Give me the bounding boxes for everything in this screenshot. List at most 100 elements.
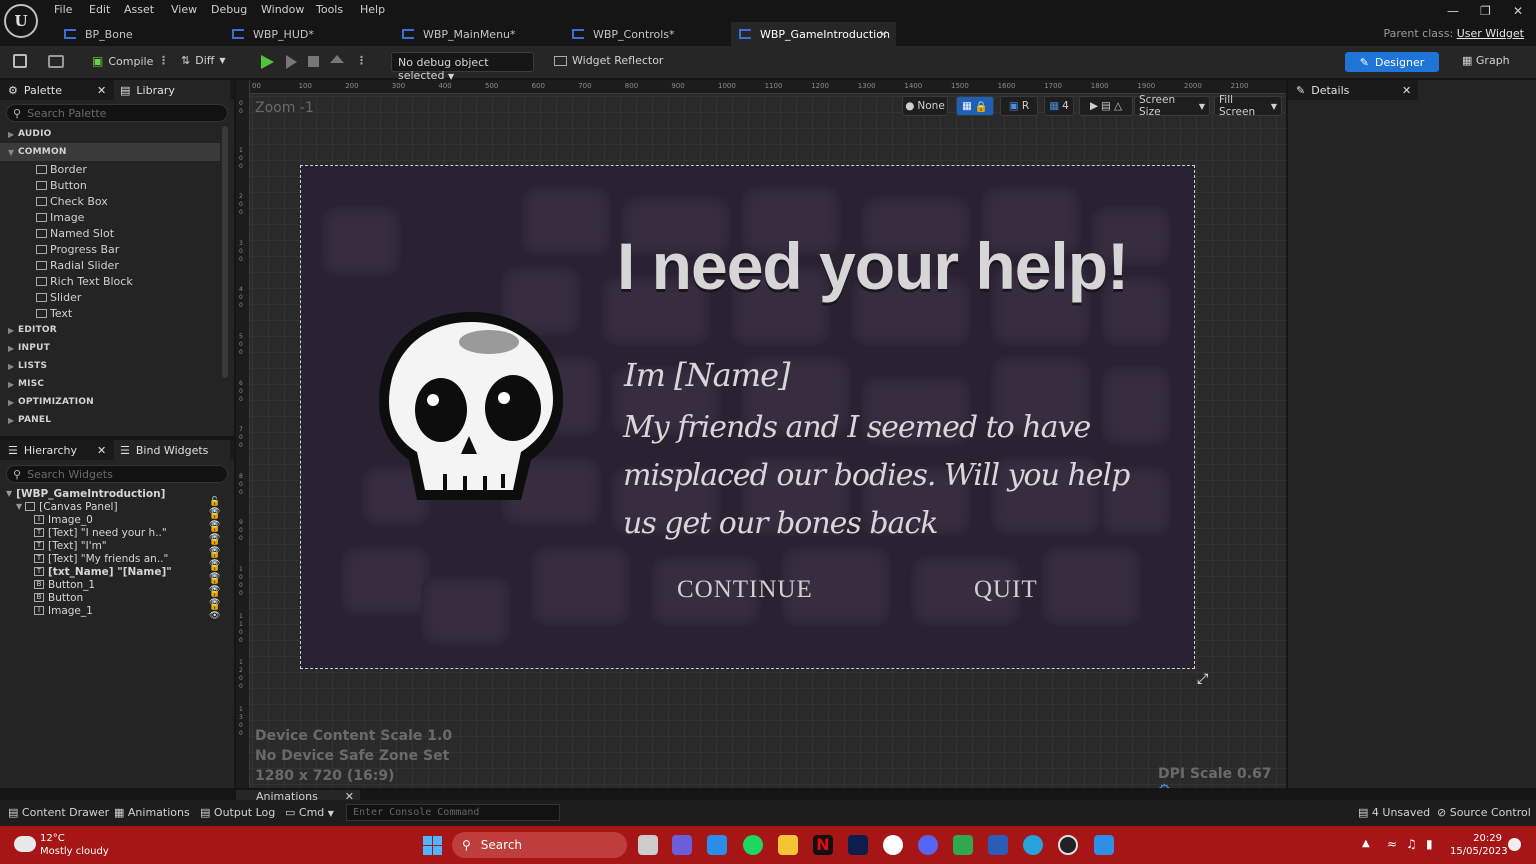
category-audio[interactable]: ▶ AUDIO (0, 125, 220, 143)
sheets-icon[interactable] (953, 835, 973, 855)
fill-screen-select[interactable]: Fill Screen ▼ (1214, 94, 1282, 118)
tray-chevron-icon[interactable]: ▲ (1362, 838, 1370, 849)
localization-button[interactable]: ● None (902, 96, 948, 116)
close-hierarchy-icon[interactable]: ✕ (97, 444, 106, 457)
eject-icon[interactable] (330, 55, 344, 63)
palette-item[interactable]: Border (0, 161, 220, 177)
palette-item[interactable]: Check Box (0, 193, 220, 209)
grid-toggle[interactable]: ▦ 4 (1044, 96, 1074, 116)
weather-widget[interactable]: 12°C Mostly cloudy (40, 832, 109, 858)
palette-item[interactable]: Progress Bar (0, 241, 220, 257)
close-details-icon[interactable]: ✕ (1402, 84, 1411, 97)
minimize-icon[interactable]: — (1447, 4, 1459, 18)
widget-reflector-button[interactable]: Widget Reflector (554, 54, 663, 67)
compile-button[interactable]: ▣ Compile (92, 54, 153, 68)
paint-icon[interactable] (1094, 835, 1114, 855)
category-input[interactable]: ▶ INPUT (0, 339, 220, 357)
stop-icon[interactable] (308, 56, 319, 67)
palette-item[interactable]: Rich Text Block (0, 273, 220, 289)
hierarchy-tab[interactable]: Hierarchy (24, 444, 77, 457)
battery-icon[interactable]: ▮ (1426, 837, 1433, 851)
lock-toggle[interactable]: ▦ 🔒 (956, 96, 994, 116)
menu-view[interactable]: View (171, 3, 197, 16)
volume-icon[interactable]: ♫ (1406, 837, 1417, 851)
chrome-icon[interactable] (883, 835, 903, 855)
resize-handle-icon[interactable]: ⤢ (1197, 671, 1208, 687)
menu-asset[interactable]: Asset (124, 3, 154, 16)
palette-item[interactable]: Named Slot (0, 225, 220, 241)
hierarchy-item[interactable]: T [Text] "My friends an.." 🔓👁 (6, 549, 230, 569)
hierarchy-item[interactable]: B Button 🔓👁 (6, 588, 230, 608)
palette-search[interactable]: ⚲ Search Palette (6, 104, 228, 122)
content-drawer-button[interactable]: ▤ Content Drawer (8, 806, 109, 819)
menu-file[interactable]: File (54, 3, 72, 16)
close-window-icon[interactable]: ✕ (1513, 4, 1523, 18)
output-log-button[interactable]: ▤ Output Log (200, 806, 275, 819)
menu-edit[interactable]: Edit (89, 3, 110, 16)
widget-title-text[interactable]: I need your help! (617, 228, 1129, 304)
gear-icon[interactable]: ⚙ (1158, 782, 1171, 788)
word-icon[interactable] (988, 835, 1008, 855)
story-text[interactable]: My friends and I seemed to have misplace… (623, 404, 1143, 548)
menu-help[interactable]: Help (360, 3, 385, 16)
tab-3[interactable]: WBP_Controls* (564, 22, 729, 46)
close-tab-icon[interactable]: ✕ (879, 28, 888, 41)
disney-plus-icon[interactable] (848, 835, 868, 855)
play-options-icon[interactable]: ⋮ (356, 54, 367, 67)
hierarchy-item[interactable]: T [txt_Name] "[Name]" 🔓👁 (6, 562, 230, 582)
category-panel[interactable]: ▶ PANEL (0, 411, 220, 429)
hierarchy-item[interactable]: B Button_1 🔓👁 (6, 575, 230, 595)
name-greeting-text[interactable]: Im [Name] (624, 356, 790, 394)
screen-size-select[interactable]: Screen Size ▼ (1134, 94, 1210, 118)
unreal-logo-icon[interactable]: U (4, 4, 38, 38)
task-view-icon[interactable] (638, 835, 658, 855)
designer-viewport[interactable]: 00 100 200 300 400 500 600 700 800 900 1000 1100 120… (236, 80, 1286, 788)
graph-button[interactable]: ▦ Graph (1462, 54, 1510, 67)
discord-icon[interactable] (918, 835, 938, 855)
taskbar-search[interactable]: ⚲ Search (452, 832, 627, 858)
tab-1[interactable]: WBP_HUD* (224, 22, 389, 46)
clock[interactable]: 20:29 15/05/2023 (1450, 832, 1508, 858)
skull-image[interactable] (371, 304, 571, 514)
category-editor[interactable]: ▶ EDITOR (0, 321, 220, 339)
palette-item[interactable]: Text (0, 305, 220, 321)
details-tab[interactable]: Details (1311, 84, 1349, 97)
quit-button[interactable]: QUIT (974, 576, 1038, 604)
browse-icon[interactable] (48, 55, 64, 68)
animations-button[interactable]: ▦ Animations (114, 806, 190, 819)
category-misc[interactable]: ▶ MISC (0, 375, 220, 393)
palette-item[interactable]: Button (0, 177, 220, 193)
save-icon[interactable] (13, 54, 27, 68)
netflix-icon[interactable]: N (813, 835, 833, 855)
visibility-icon[interactable]: 🔓👁 (209, 601, 230, 621)
menu-debug[interactable]: Debug (211, 3, 247, 16)
palette-tab[interactable]: Palette (24, 84, 62, 97)
palette-item[interactable]: Slider (0, 289, 220, 305)
step-icon[interactable] (286, 55, 297, 69)
wifi-icon[interactable]: ≈ (1387, 837, 1397, 851)
diff-button[interactable]: ⇅ Diff ▼ (181, 54, 225, 67)
notification-icon[interactable] (1508, 838, 1521, 851)
bind-widgets-tab[interactable]: ☰ Bind Widgets (114, 440, 230, 460)
tab-2[interactable]: WBP_MainMenu* (394, 22, 559, 46)
teams-icon[interactable] (672, 835, 692, 855)
browser-icon[interactable] (1023, 835, 1043, 855)
parent-class-link[interactable]: User Widget (1457, 27, 1524, 40)
category-common[interactable]: ▼ COMMON (0, 143, 220, 161)
unreal-engine-icon[interactable] (1058, 835, 1078, 855)
category-optimization[interactable]: ▶ OPTIMIZATION (0, 393, 220, 411)
widget-search[interactable]: ⚲ Search Widgets (6, 465, 228, 483)
cmd-select[interactable]: ▭ Cmd ▼ (285, 806, 334, 819)
tree-root[interactable]: ▼ [WBP_GameIntroduction] (6, 487, 230, 500)
file-explorer-icon[interactable] (778, 835, 798, 855)
menu-tools[interactable]: Tools (316, 3, 343, 16)
restore-icon[interactable]: ❐ (1480, 4, 1491, 18)
close-palette-icon[interactable]: ✕ (97, 84, 106, 97)
palette-scrollbar[interactable] (222, 126, 228, 378)
unsaved-button[interactable]: ▤ 4 Unsaved (1358, 806, 1430, 819)
continue-button[interactable]: CONTINUE (677, 576, 813, 604)
hierarchy-item[interactable]: T [Text] "I need your h.." 🔓👁 (6, 523, 230, 543)
debug-object-select[interactable]: No debug object selected ▼ (391, 52, 534, 82)
spotify-icon[interactable] (743, 835, 763, 855)
compile-options-icon[interactable]: ⋮ (158, 54, 169, 67)
